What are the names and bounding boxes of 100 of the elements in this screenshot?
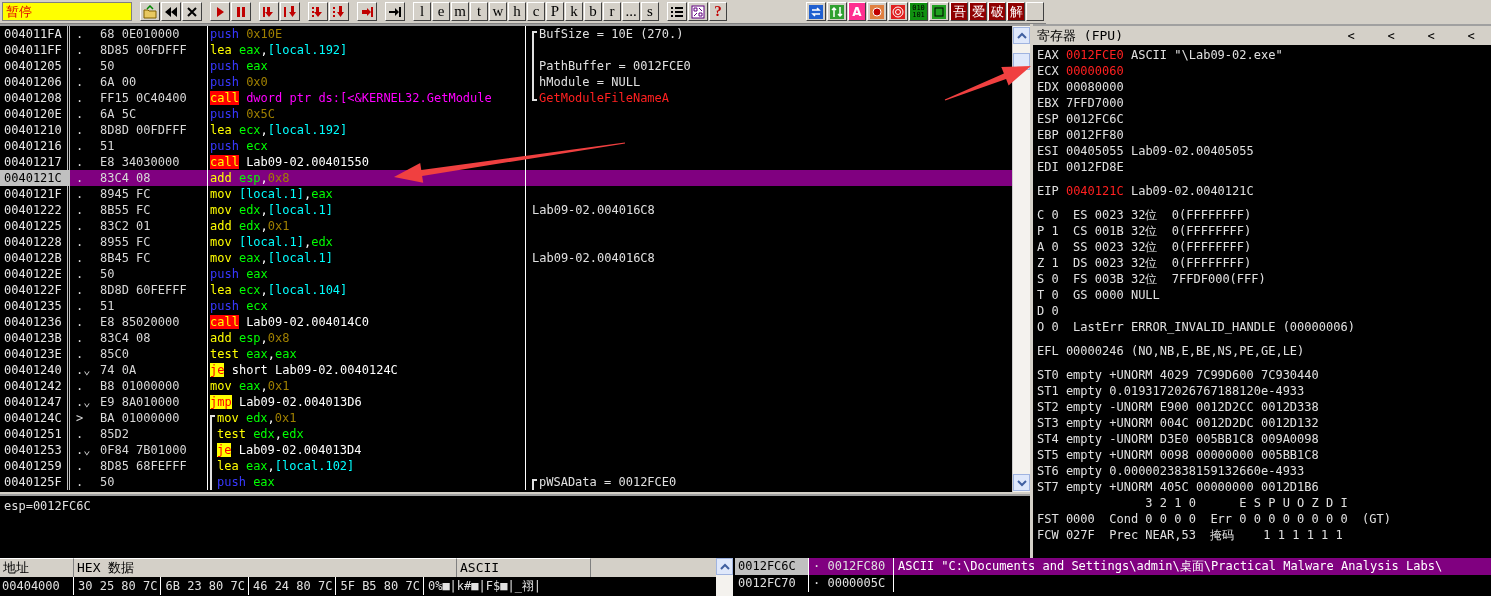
address-cell[interactable]: 00401259 — [0, 458, 70, 474]
scroll-up-button[interactable] — [1013, 27, 1030, 44]
toolbar-button[interactable] — [667, 2, 687, 21]
toolbar-button[interactable] — [329, 2, 349, 21]
marker-text: .⌄ — [76, 442, 90, 458]
address-cell[interactable]: 0040123B — [0, 330, 70, 346]
toolbar-button[interactable] — [182, 2, 202, 21]
address-cell[interactable]: 0040121C — [0, 170, 70, 186]
collapse-button[interactable]: < — [1411, 28, 1451, 43]
column-header[interactable]: ASCII — [457, 558, 591, 577]
help-button[interactable]: ? — [709, 2, 727, 21]
toolbar-button[interactable] — [806, 2, 826, 21]
collapse-button[interactable]: < — [1331, 28, 1371, 43]
toolbar-button[interactable] — [210, 2, 230, 21]
toolbar-button[interactable]: b — [584, 2, 602, 21]
toolbar-button[interactable] — [280, 2, 300, 21]
register-line: FCW 027F Prec NEAR,53 掩码 1 1 1 1 1 1 — [1037, 527, 1344, 543]
trace-into-icon — [311, 4, 325, 19]
stack-row[interactable]: 0012FC6C · 0012FC80 ASCII "C:\Documents and Settings\admin\桌面\Practical Malware Analysis Labs\ — [735, 558, 1491, 575]
toolbar-button[interactable] — [385, 2, 405, 21]
marker-text: . — [76, 346, 85, 362]
scroll-up-button[interactable] — [716, 558, 733, 575]
toolbar-button[interactable] — [231, 2, 251, 21]
column-header[interactable]: HEX 数据 — [74, 558, 457, 577]
hex-bytes: BA 01000000 — [100, 410, 180, 426]
address-cell[interactable]: 00401235 — [0, 298, 70, 314]
address-cell[interactable]: 00401225 — [0, 218, 70, 234]
toolbar-button[interactable]: r — [603, 2, 621, 21]
scroll-down-button[interactable] — [1013, 474, 1030, 491]
scrollbar[interactable] — [1012, 26, 1030, 492]
collapse-button[interactable]: < — [1371, 28, 1411, 43]
marker-text: . — [76, 106, 85, 122]
toolbar-button[interactable]: l — [413, 2, 431, 21]
address-cell[interactable]: 004011FA — [0, 26, 70, 42]
address-cell[interactable]: 00401236 — [0, 314, 70, 330]
address-cell[interactable]: 00401253 — [0, 442, 70, 458]
instruction-text: push eax — [210, 58, 268, 74]
toolbar-button[interactable]: c — [527, 2, 545, 21]
toolbar-button[interactable]: 吾 — [950, 2, 968, 21]
toolbar-button[interactable] — [161, 2, 181, 21]
address-cell[interactable]: 00401240 — [0, 362, 70, 378]
toolbar-button[interactable]: k — [565, 2, 583, 21]
column-header[interactable]: 地址 — [0, 558, 74, 577]
instruction-text: mov [local.1],eax — [210, 186, 333, 202]
address-cell[interactable]: 0040120E — [0, 106, 70, 122]
instruction-text: test eax,eax — [210, 346, 297, 362]
address-cell[interactable]: 00401242 — [0, 378, 70, 394]
toolbar-button[interactable] — [1026, 2, 1044, 21]
toolbar-button[interactable]: 解 — [1007, 2, 1025, 21]
marker-text: . — [76, 186, 85, 202]
toolbar-button[interactable] — [140, 2, 160, 21]
marker-text: .⌄ — [76, 362, 90, 378]
toolbar-button[interactable]: P — [546, 2, 564, 21]
address-cell[interactable]: 004011FF — [0, 42, 70, 58]
ascii-text: 0%■|k#■|F$■|_祤| — [426, 578, 542, 595]
address-cell[interactable]: 00401247 — [0, 394, 70, 410]
toolbar-button[interactable]: e — [432, 2, 450, 21]
toolbar-button[interactable]: h — [508, 2, 526, 21]
address-cell[interactable]: 00401210 — [0, 122, 70, 138]
toolbar-button[interactable] — [867, 2, 887, 21]
comment-text: GetModuleFileNameA — [539, 90, 670, 106]
collapse-button[interactable]: < — [1451, 28, 1491, 43]
hex-bytes: 8B45 FC — [100, 250, 151, 266]
toolbar-button[interactable]: 爱 — [969, 2, 987, 21]
toolbar-button[interactable]: 破 — [988, 2, 1006, 21]
hex-bytes: E9 8A010000 — [100, 394, 180, 410]
address-cell[interactable]: 00401208 — [0, 90, 70, 106]
stack-row[interactable]: 0012FC70 · 0000005C — [735, 575, 1491, 592]
instruction-text: push 0x0 — [210, 74, 268, 90]
toolbar-button[interactable]: w — [489, 2, 507, 21]
toolbar-button[interactable] — [888, 2, 908, 21]
hex-bytes: 50 — [100, 266, 115, 282]
hex-bytes: 50 — [100, 58, 115, 74]
toolbar-button[interactable] — [259, 2, 279, 21]
address-cell[interactable]: 0040123E — [0, 346, 70, 362]
instruction-text: mov edx,[local.1] — [210, 202, 333, 218]
address-cell[interactable]: 00401206 — [0, 74, 70, 90]
instruction-text: add esp,0x8 — [210, 170, 290, 186]
address-cell[interactable]: 00401222 — [0, 202, 70, 218]
address-cell[interactable]: 0040124C — [0, 410, 70, 426]
address-cell[interactable]: 00401251 — [0, 426, 70, 442]
toolbar-button[interactable]: m — [451, 2, 469, 21]
register-line: EIP 0040121C Lab09-02.0040121C — [1037, 183, 1255, 199]
register-line: C 0 ES 0023 32位 0(FFFFFFFF) — [1037, 207, 1253, 223]
address-cell[interactable]: 0040122E — [0, 266, 70, 282]
address-cell[interactable]: 0040122F — [0, 282, 70, 298]
address-cell[interactable]: 0040125F — [0, 474, 70, 490]
address-cell[interactable]: 0040122B — [0, 250, 70, 266]
toolbar-button[interactable] — [827, 2, 847, 21]
toolbar-button[interactable]: s — [641, 2, 659, 21]
address-cell[interactable]: 00401228 — [0, 234, 70, 250]
toolbar-button[interactable]: ... — [622, 2, 640, 21]
address-cell[interactable]: 00401216 — [0, 138, 70, 154]
toolbar-button[interactable] — [308, 2, 328, 21]
address-cell[interactable]: 00401205 — [0, 58, 70, 74]
toolbar-button[interactable] — [688, 2, 708, 21]
toolbar-button[interactable] — [357, 2, 377, 21]
toolbar-button[interactable]: t — [470, 2, 488, 21]
address-cell[interactable]: 0040121F — [0, 186, 70, 202]
toolbar-button[interactable] — [929, 2, 949, 21]
